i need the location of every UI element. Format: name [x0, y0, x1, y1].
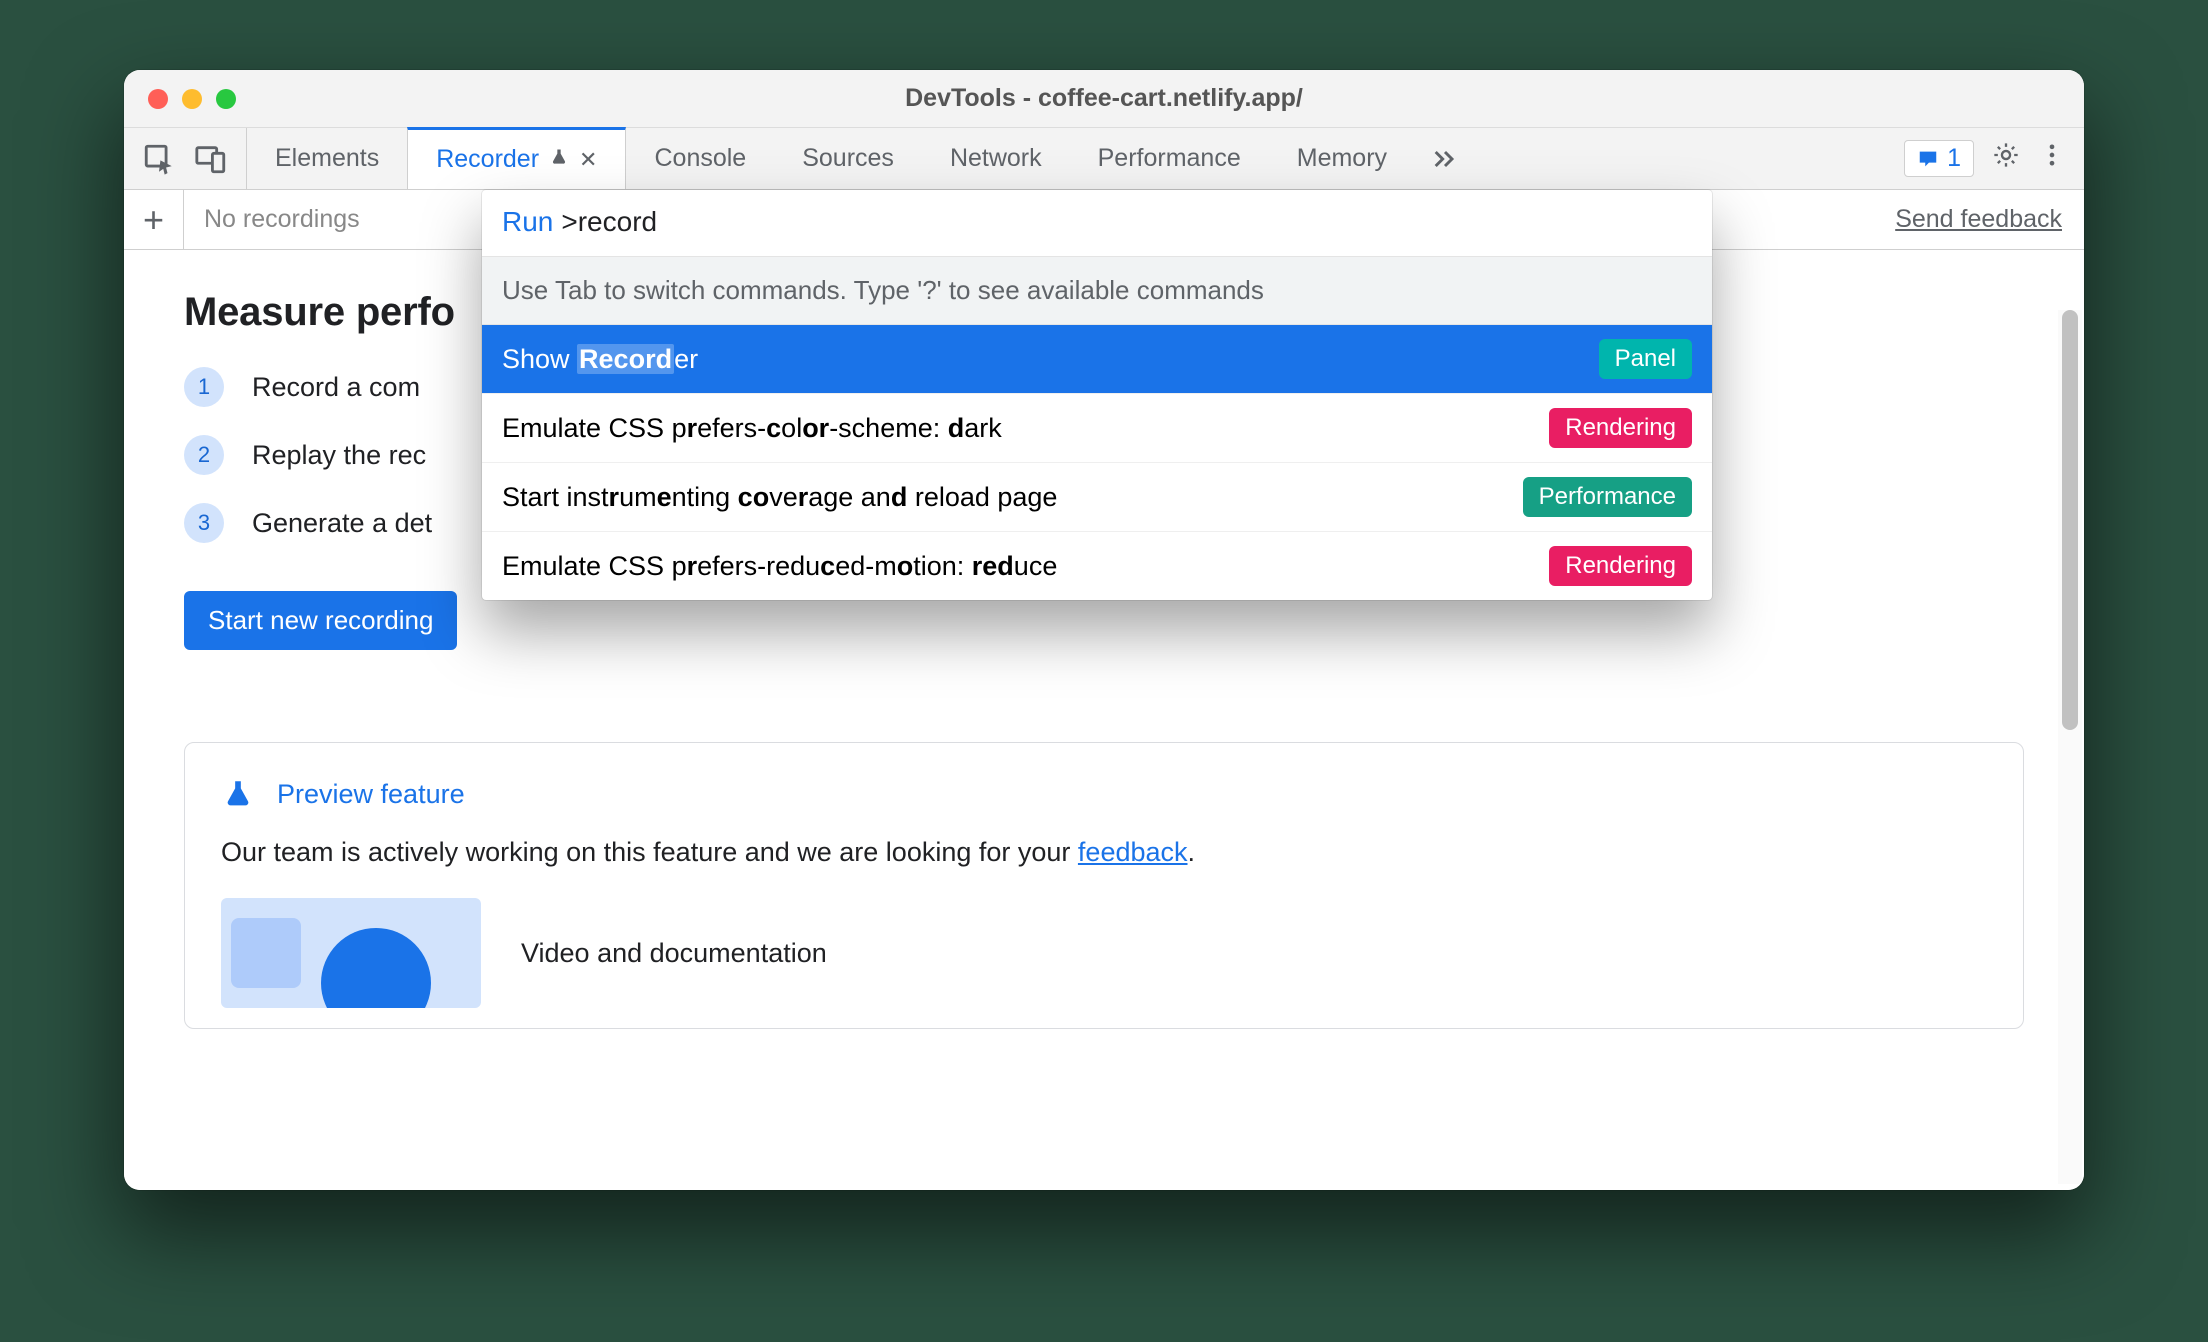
preview-body-prefix: Our team is actively working on this fea…: [221, 837, 1078, 867]
command-item-badge: Rendering: [1549, 408, 1692, 448]
command-item-badge: Panel: [1599, 339, 1692, 379]
devtools-tabs: Elements Recorder ✕ Console Sources Netw…: [247, 128, 1475, 189]
media-title: Video and documentation: [521, 938, 827, 969]
tab-label: Recorder: [436, 145, 539, 174]
tab-label: Sources: [802, 144, 894, 173]
window-title: DevTools - coffee-cart.netlify.app/: [124, 84, 2084, 113]
start-new-recording-button[interactable]: Start new recording: [184, 591, 457, 650]
traffic-lights: [124, 89, 236, 109]
command-item[interactable]: Emulate CSS prefers-color-scheme: dark Re…: [482, 394, 1712, 463]
tab-label: Elements: [275, 144, 379, 173]
command-item[interactable]: Emulate CSS prefers-reduced-motion: redu…: [482, 532, 1712, 600]
no-recordings-label: No recordings: [184, 205, 360, 234]
preview-feature-body: Our team is actively working on this fea…: [221, 837, 1987, 868]
step-text: Replay the rec: [252, 440, 426, 471]
inspect-element-icon[interactable]: [142, 142, 176, 176]
experimental-icon: [549, 145, 569, 174]
step-text: Record a com: [252, 372, 420, 403]
scrollbar-thumb[interactable]: [2062, 310, 2078, 730]
command-menu-input[interactable]: Run >record: [482, 190, 1712, 256]
tab-label: Performance: [1098, 144, 1241, 173]
beaker-icon: [221, 777, 255, 811]
issues-pill[interactable]: 1: [1904, 140, 1974, 177]
step-text: Generate a det: [252, 508, 432, 539]
preview-media: Video and documentation: [221, 898, 1987, 1008]
more-options-icon[interactable]: [2038, 141, 2066, 176]
tab-elements[interactable]: Elements: [247, 128, 407, 189]
tab-memory[interactable]: Memory: [1269, 128, 1415, 189]
command-menu: Run >record Use Tab to switch commands. …: [482, 190, 1712, 600]
preview-feature-header: Preview feature: [221, 777, 1987, 811]
send-feedback-link[interactable]: Send feedback: [1895, 205, 2062, 234]
video-thumbnail[interactable]: [221, 898, 481, 1008]
preview-feature-title: Preview feature: [277, 779, 465, 810]
tabs-overflow-icon[interactable]: [1415, 128, 1475, 189]
add-recording-button[interactable]: +: [124, 190, 184, 250]
command-menu-hint: Use Tab to switch commands. Type '?' to …: [482, 256, 1712, 325]
toolbar-right-tools: 1: [1904, 128, 2084, 189]
device-toolbar-icon[interactable]: [194, 142, 228, 176]
command-item-badge: Rendering: [1549, 546, 1692, 586]
step-number: 2: [184, 435, 224, 475]
tab-performance[interactable]: Performance: [1070, 128, 1269, 189]
scrollbar[interactable]: [2058, 310, 2082, 1184]
minimize-window-button[interactable]: [182, 89, 202, 109]
command-item-label: Start instrumenting coverage and reload …: [502, 482, 1057, 513]
close-tab-icon[interactable]: ✕: [579, 147, 597, 173]
tab-console[interactable]: Console: [626, 128, 774, 189]
command-item-label: Emulate CSS prefers-color-scheme: dark: [502, 413, 1002, 444]
command-item-badge: Performance: [1523, 477, 1692, 517]
command-item[interactable]: Start instrumenting coverage and reload …: [482, 463, 1712, 532]
step-number: 1: [184, 367, 224, 407]
window-titlebar: DevTools - coffee-cart.netlify.app/: [124, 70, 2084, 128]
tab-recorder[interactable]: Recorder ✕: [407, 127, 626, 189]
preview-feature-card: Preview feature Our team is actively wor…: [184, 742, 2024, 1029]
tab-network[interactable]: Network: [922, 128, 1070, 189]
command-item-label: Show Recorder: [502, 344, 698, 375]
devtools-toolbar: Elements Recorder ✕ Console Sources Netw…: [124, 128, 2084, 190]
issues-count: 1: [1947, 144, 1961, 173]
tab-sources[interactable]: Sources: [774, 128, 922, 189]
command-menu-list: Show Recorder Panel Emulate CSS prefers-co…: [482, 325, 1712, 600]
step-number: 3: [184, 503, 224, 543]
command-prefix: Run: [502, 206, 553, 238]
tab-label: Memory: [1297, 144, 1387, 173]
devtools-window: DevTools - coffee-cart.netlify.app/ Elem…: [124, 70, 2084, 1190]
preview-body-suffix: .: [1188, 837, 1196, 867]
tab-label: Network: [950, 144, 1042, 173]
toolbar-left-tools: [124, 128, 247, 189]
command-item[interactable]: Show Recorder Panel: [482, 325, 1712, 394]
settings-icon[interactable]: [1992, 141, 2020, 176]
maximize-window-button[interactable]: [216, 89, 236, 109]
command-query: >record: [561, 206, 657, 238]
command-item-label: Emulate CSS prefers-reduced-motion: redu…: [502, 551, 1057, 582]
close-window-button[interactable]: [148, 89, 168, 109]
tab-label: Console: [654, 144, 746, 173]
feedback-link[interactable]: feedback: [1078, 837, 1188, 867]
